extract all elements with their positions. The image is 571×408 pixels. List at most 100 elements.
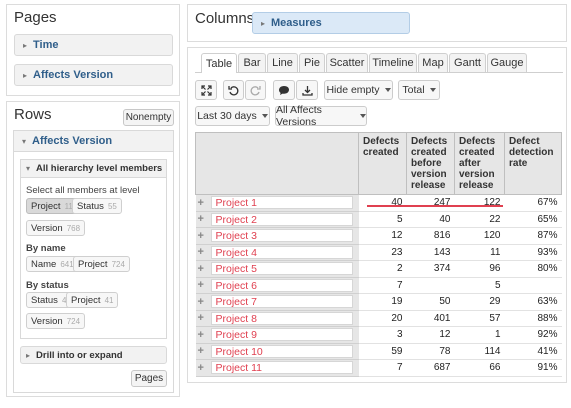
level-chip-status[interactable]: Status 55	[72, 198, 122, 214]
expand-plus-icon[interactable]: +	[198, 329, 208, 341]
hierarchy-header[interactable]: ▾ All hierarchy level members	[21, 160, 166, 178]
table-cell[interactable]: 5	[454, 277, 505, 294]
table-cell[interactable]: 87%	[504, 227, 562, 245]
table-cell[interactable]: 12	[406, 326, 455, 344]
nonempty-button[interactable]: Nonempty	[123, 109, 174, 126]
table-cell[interactable]: 50	[406, 293, 455, 311]
table-cell[interactable]: 40	[358, 194, 407, 212]
row-project-link[interactable]: Project 1	[210, 196, 353, 210]
measures-chip[interactable]: ▸ Measures	[252, 12, 410, 34]
drill-into-expand[interactable]: ▸ Drill into or expand	[20, 346, 167, 364]
redo-button[interactable]	[245, 80, 266, 100]
row-project-link[interactable]: Project 5	[210, 262, 353, 276]
table-cell[interactable]: 80%	[504, 260, 562, 278]
tab-scatter[interactable]: Scatter	[326, 53, 368, 72]
table-cell[interactable]: 57	[454, 310, 505, 327]
table-cell[interactable]: 120	[454, 227, 505, 245]
table-cell[interactable]: 247	[406, 194, 455, 212]
status-chip-project[interactable]: Project 41	[66, 292, 119, 308]
table-cell[interactable]	[504, 277, 562, 294]
expand-plus-icon[interactable]: +	[198, 246, 208, 258]
row-project-link[interactable]: Project 10	[210, 344, 353, 358]
table-cell[interactable]: 374	[406, 260, 455, 278]
table-cell[interactable]: 143	[406, 244, 455, 261]
table-cell[interactable]: 92%	[504, 326, 562, 344]
table-cell[interactable]: 1	[454, 326, 505, 344]
column-header[interactable]: Defect detection rate	[504, 132, 562, 195]
table-cell[interactable]: 23	[358, 244, 407, 261]
pages-item-affects-version[interactable]: ▸ Affects Version	[14, 64, 173, 86]
table-cell[interactable]: 2	[358, 260, 407, 278]
level-chip-project[interactable]: Project 11	[26, 198, 78, 214]
table-cell[interactable]: 93%	[504, 244, 562, 261]
rows-dimension-header[interactable]: ▾ Affects Version	[14, 131, 173, 152]
table-cell[interactable]: 65%	[504, 211, 562, 228]
table-cell[interactable]: 91%	[504, 359, 562, 377]
expand-plus-icon[interactable]: +	[198, 312, 208, 324]
table-cell[interactable]: 7	[358, 359, 407, 377]
table-cell[interactable]: 7	[358, 277, 407, 294]
table-cell[interactable]: 67%	[504, 194, 562, 212]
column-header[interactable]: Defects created	[358, 132, 407, 195]
table-cell[interactable]: 816	[406, 227, 455, 245]
table-cell[interactable]: 19	[358, 293, 407, 311]
comment-button[interactable]	[273, 80, 295, 100]
row-project-link[interactable]: Project 4	[210, 245, 353, 259]
row-project-link[interactable]: Project 3	[210, 229, 353, 243]
total-dropdown[interactable]: Total	[398, 80, 440, 100]
status-chip-version[interactable]: Version 724	[26, 313, 86, 329]
row-project-link[interactable]: Project 6	[210, 278, 353, 292]
pages-button[interactable]: Pages	[131, 370, 167, 387]
table-cell[interactable]: 11	[454, 244, 505, 261]
name-chip-project[interactable]: Project 724	[73, 256, 130, 272]
expand-plus-icon[interactable]: +	[198, 197, 208, 209]
tab-gauge[interactable]: Gauge	[487, 53, 527, 72]
expand-plus-icon[interactable]: +	[198, 230, 208, 242]
tab-timeline[interactable]: Timeline	[369, 53, 417, 72]
tab-gantt[interactable]: Gantt	[449, 53, 486, 72]
tab-pie[interactable]: Pie	[299, 53, 325, 72]
table-cell[interactable]: 114	[454, 343, 505, 360]
download-button[interactable]	[296, 80, 318, 100]
row-project-link[interactable]: Project 2	[210, 212, 353, 226]
row-project-link[interactable]: Project 11	[210, 361, 353, 375]
table-cell[interactable]: 41%	[504, 343, 562, 360]
name-chip-name[interactable]: Name 641	[26, 256, 79, 272]
table-cell[interactable]: 687	[406, 359, 455, 377]
table-cell[interactable]	[406, 277, 455, 294]
table-cell[interactable]: 22	[454, 211, 505, 228]
expand-plus-icon[interactable]: +	[198, 213, 208, 225]
table-cell[interactable]: 29	[454, 293, 505, 311]
table-cell[interactable]: 88%	[504, 310, 562, 327]
table-cell[interactable]: 5	[358, 211, 407, 228]
table-cell[interactable]: 59	[358, 343, 407, 360]
table-cell[interactable]: 96	[454, 260, 505, 278]
expand-plus-icon[interactable]: +	[198, 362, 208, 374]
expand-plus-icon[interactable]: +	[198, 279, 208, 291]
table-cell[interactable]: 63%	[504, 293, 562, 311]
row-project-link[interactable]: Project 9	[210, 328, 353, 342]
row-project-link[interactable]: Project 7	[210, 295, 353, 309]
table-cell[interactable]: 20	[358, 310, 407, 327]
tab-table[interactable]: Table	[201, 53, 237, 73]
table-cell[interactable]: 78	[406, 343, 455, 360]
undo-button[interactable]	[223, 80, 244, 100]
status-chip-status[interactable]: Status 4	[26, 292, 72, 308]
table-cell[interactable]: 122	[454, 194, 505, 212]
tab-map[interactable]: Map	[418, 53, 448, 72]
hide-empty-dropdown[interactable]: Hide empty	[324, 80, 393, 100]
table-cell[interactable]: 40	[406, 211, 455, 228]
table-cell[interactable]: 66	[454, 359, 505, 377]
table-cell[interactable]: 12	[358, 227, 407, 245]
expand-plus-icon[interactable]: +	[198, 345, 208, 357]
table-cell[interactable]: 401	[406, 310, 455, 327]
column-header[interactable]: Defects created before version release	[406, 132, 455, 195]
expand-plus-icon[interactable]: +	[198, 263, 208, 275]
row-project-link[interactable]: Project 8	[210, 311, 353, 325]
expand-plus-icon[interactable]: +	[198, 296, 208, 308]
level-chip-version[interactable]: Version 768	[26, 220, 86, 236]
tab-bar[interactable]: Bar	[238, 53, 266, 72]
table-cell[interactable]: 3	[358, 326, 407, 344]
column-header[interactable]: Defects created after version release	[454, 132, 505, 195]
expand-button[interactable]	[195, 80, 217, 100]
